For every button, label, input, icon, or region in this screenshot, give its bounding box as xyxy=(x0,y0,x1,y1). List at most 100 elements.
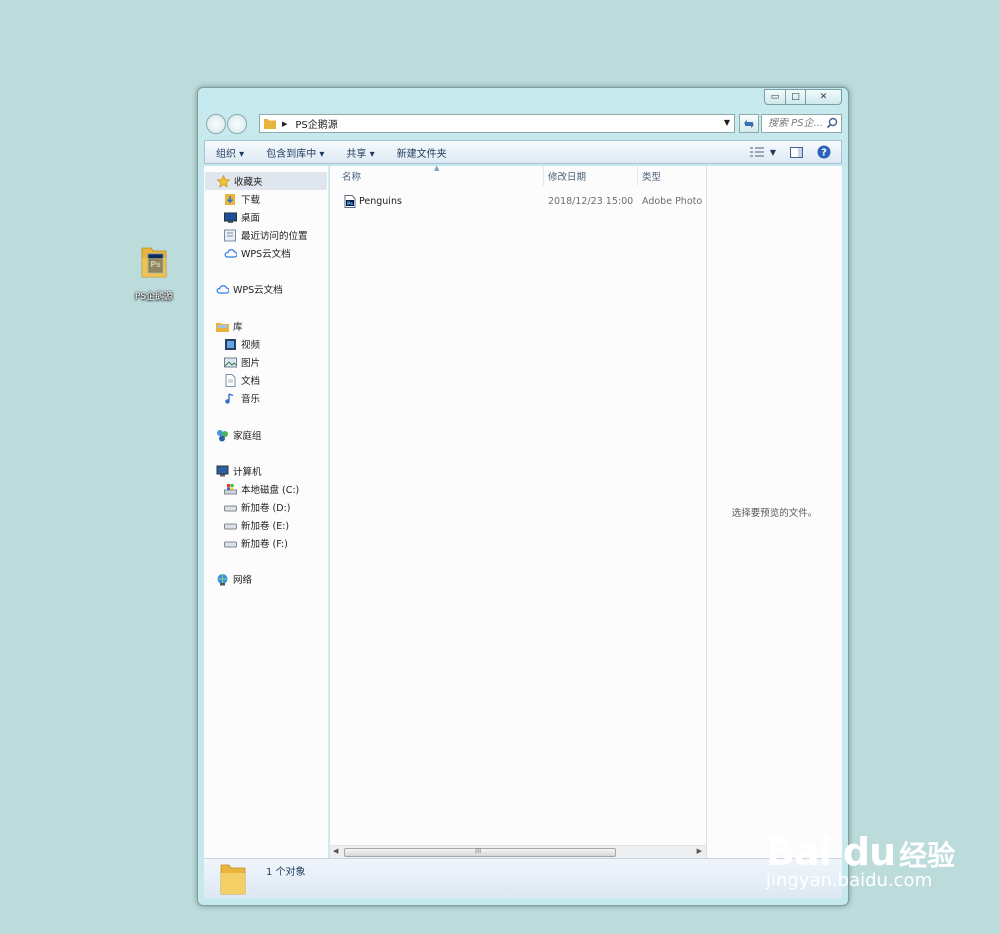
nav-label: 新加卷 (D:) xyxy=(241,503,291,514)
chevron-down-icon[interactable]: ▼ xyxy=(724,118,730,127)
column-label: 名称 xyxy=(342,172,362,183)
nav-wps-cloud[interactable]: WPS云文档 xyxy=(216,280,283,298)
nav-recent-places[interactable]: 最近访问的位置 xyxy=(224,226,308,244)
new-folder-button[interactable]: 新建文件夹 xyxy=(386,145,458,160)
nav-label: 桌面 xyxy=(241,213,261,224)
maximize-button[interactable]: □ xyxy=(786,89,806,105)
grip-icon: III xyxy=(475,847,482,855)
search-icon[interactable] xyxy=(826,117,838,129)
nav-pictures[interactable]: 图片 xyxy=(224,353,260,371)
nav-label: 网络 xyxy=(233,575,253,586)
document-icon xyxy=(224,373,237,387)
view-list-icon xyxy=(749,147,764,157)
nav-favorites[interactable]: 收藏夹 xyxy=(205,172,327,190)
psd-file-icon: Ps xyxy=(344,194,356,208)
back-button[interactable] xyxy=(206,114,226,134)
baidu-watermark: Bai du 经验 jingyan.baidu.com xyxy=(766,830,955,891)
desktop-folder-icon[interactable]: Ps PS企鹅源 xyxy=(126,244,182,302)
desktop-icon xyxy=(224,211,237,224)
watermark-cn: 经验 xyxy=(899,839,956,872)
homegroup-icon xyxy=(216,429,229,442)
nav-drive-f[interactable]: 新加卷 (F:) xyxy=(224,534,288,552)
window-controls: ▭ □ ✕ xyxy=(764,89,842,105)
organize-button[interactable]: 组织 ▾ xyxy=(205,145,255,160)
column-header-modified[interactable]: 修改日期 xyxy=(544,166,638,186)
include-in-library-button[interactable]: 包含到库中 ▾ xyxy=(255,145,335,160)
file-row[interactable]: Ps Penguins 2018/12/23 15:00 Adobe Photo xyxy=(330,193,706,209)
nav-videos[interactable]: 视频 xyxy=(224,335,260,353)
search-input[interactable] xyxy=(768,118,824,129)
nav-drive-c[interactable]: 本地磁盘 (C:) xyxy=(224,480,299,498)
nav-label: WPS云文档 xyxy=(241,249,291,260)
breadcrumb-arrow-icon[interactable]: ▶ xyxy=(282,120,287,128)
drive-icon xyxy=(224,537,237,550)
scroll-right-icon[interactable]: ▶ xyxy=(697,847,702,855)
sort-ascending-icon: ▲ xyxy=(434,164,440,172)
cloud-icon xyxy=(224,247,238,260)
nav-label: 新加卷 (F:) xyxy=(241,539,288,550)
preview-pane: 选择要预览的文件。 xyxy=(706,166,842,858)
drive-icon xyxy=(224,519,237,532)
explorer-window: ▭ □ ✕ ▶ PS企鹅源 ▼ 组织 ▾ 包含到库中 ▾ 共享 ▾ 新建文件夹 … xyxy=(197,87,849,906)
command-bar: 组织 ▾ 包含到库中 ▾ 共享 ▾ 新建文件夹 ▼ ? xyxy=(204,140,842,164)
nav-wps-cloud-fav[interactable]: WPS云文档 xyxy=(224,244,291,262)
share-button[interactable]: 共享 ▾ xyxy=(335,145,385,160)
nav-label: 视频 xyxy=(241,340,261,351)
nav-label: 计算机 xyxy=(233,467,262,478)
nav-homegroup[interactable]: 家庭组 xyxy=(216,426,262,444)
computer-icon xyxy=(216,465,229,478)
help-icon[interactable]: ? xyxy=(817,145,831,159)
nav-downloads[interactable]: 下载 xyxy=(224,190,260,208)
nav-drive-e[interactable]: 新加卷 (E:) xyxy=(224,516,289,534)
nav-network[interactable]: 网络 xyxy=(216,570,252,588)
preview-message: 选择要预览的文件。 xyxy=(731,508,818,519)
chevron-down-icon: ▼ xyxy=(769,147,776,157)
details-pane: 1 个对象 xyxy=(204,858,842,898)
nav-music[interactable]: 音乐 xyxy=(224,389,260,407)
toolbar-right: ▼ ? xyxy=(749,141,841,163)
breadcrumb[interactable]: PS企鹅源 xyxy=(295,116,337,131)
download-folder-icon xyxy=(224,193,237,206)
minimize-button[interactable]: ▭ xyxy=(764,89,786,105)
nav-desktop[interactable]: 桌面 xyxy=(224,208,260,226)
file-list: 名称 ▲ 修改日期 类型 Ps Penguins 2018/12/23 15:0… xyxy=(330,164,706,858)
nav-label: 收藏夹 xyxy=(234,177,263,188)
nav-label: WPS云文档 xyxy=(233,285,283,296)
search-box[interactable] xyxy=(761,114,842,133)
nav-documents[interactable]: 文档 xyxy=(224,371,260,389)
nav-label: 库 xyxy=(233,322,243,333)
video-icon xyxy=(224,338,237,351)
column-header-type[interactable]: 类型 xyxy=(638,166,706,186)
refresh-button[interactable] xyxy=(739,114,759,133)
nav-computer[interactable]: 计算机 xyxy=(216,462,262,480)
address-bar[interactable]: ▶ PS企鹅源 ▼ xyxy=(259,114,735,133)
horizontal-scrollbar[interactable]: ◀ III ▶ xyxy=(330,845,706,858)
nav-label: 家庭组 xyxy=(233,431,262,442)
nav-label: 新加卷 (E:) xyxy=(241,521,290,532)
watermark-url: jingyan.baidu.com xyxy=(766,870,933,891)
scrollbar-thumb[interactable]: III xyxy=(344,847,616,857)
nav-label: 图片 xyxy=(241,358,261,369)
nav-label: 最近访问的位置 xyxy=(241,231,308,242)
column-header-name[interactable]: 名称 ▲ xyxy=(338,164,544,186)
nav-drive-d[interactable]: 新加卷 (D:) xyxy=(224,498,290,516)
view-options-button[interactable]: ▼ xyxy=(749,147,776,157)
network-icon xyxy=(216,573,229,586)
column-label: 修改日期 xyxy=(548,172,587,183)
preview-pane-icon[interactable] xyxy=(790,146,803,158)
file-name-cell: Ps Penguins xyxy=(344,194,402,208)
close-button[interactable]: ✕ xyxy=(806,89,842,105)
system-drive-icon xyxy=(224,483,237,496)
folder-icon xyxy=(264,119,276,129)
desktop-icon-label: PS企鹅源 xyxy=(134,292,174,302)
nav-label: 文档 xyxy=(241,376,261,387)
nav-libraries[interactable]: 库 xyxy=(216,317,243,335)
nav-label: 本地磁盘 (C:) xyxy=(241,485,300,496)
scroll-left-icon[interactable]: ◀ xyxy=(333,847,338,855)
file-type: Adobe Photo xyxy=(642,195,703,207)
column-label: 类型 xyxy=(642,172,662,183)
svg-text:Ps: Ps xyxy=(347,201,353,207)
nav-label: 音乐 xyxy=(241,394,261,405)
navigation-pane: 收藏夹 下载 桌面 最近访问的位置 WPS云文档 WPS云文档 库 视频 图片 … xyxy=(204,166,329,858)
forward-button[interactable] xyxy=(227,114,247,134)
